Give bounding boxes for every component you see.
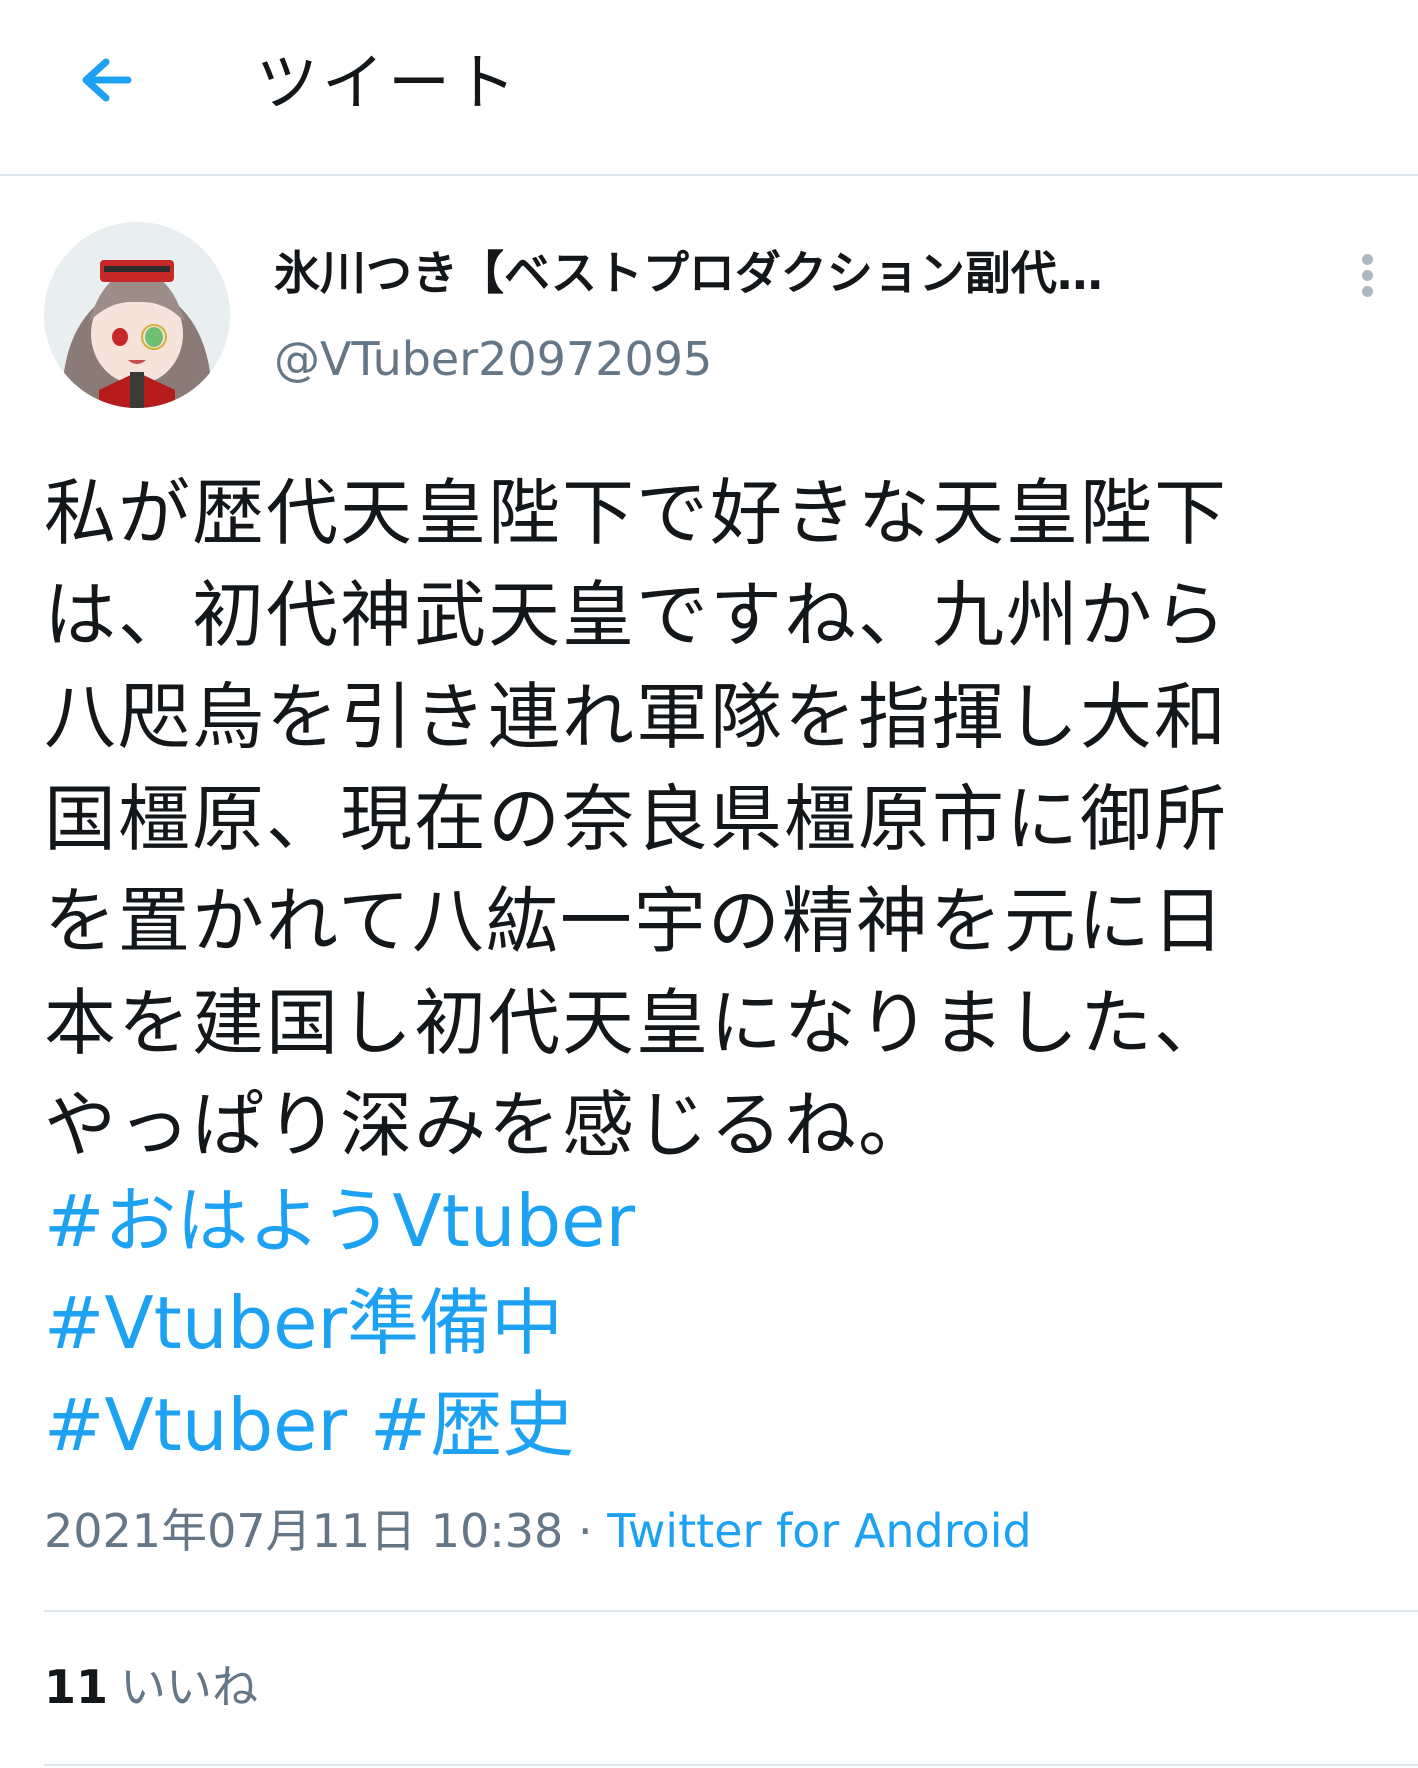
hashtag-link[interactable]: #歴史 <box>370 1383 574 1467</box>
avatar[interactable] <box>44 222 230 408</box>
hashtag-line: #おはようVtuber <box>44 1170 1384 1272</box>
source-link[interactable]: Twitter for Android <box>607 1504 1032 1558</box>
divider <box>44 1764 1418 1766</box>
avatar-image <box>44 222 230 408</box>
hashtag-link[interactable]: #おはようVtuber <box>44 1179 635 1263</box>
more-vert-icon <box>1362 286 1373 297</box>
likes-stat[interactable]: 11 いいね <box>44 1652 258 1722</box>
tweet-text: 私が歴代天皇陛下で好きな天皇陛下 は、初代神武天皇ですね、九州から 八咫烏を引き… <box>44 471 1229 1167</box>
page-title: ツイート <box>256 46 521 119</box>
likes-label: いいね <box>120 1660 259 1714</box>
more-vert-icon <box>1362 254 1373 265</box>
meta-separator: · <box>577 1504 593 1558</box>
hashtag-line: #Vtuber #歴史 <box>44 1374 1384 1476</box>
hashtag-line: #Vtuber準備中 <box>44 1272 1384 1374</box>
more-vert-icon <box>1362 270 1373 281</box>
timestamp: 2021年07月11日 10:38 <box>44 1504 564 1558</box>
hashtag-link[interactable]: #Vtuber <box>44 1383 347 1467</box>
likes-count: 11 <box>44 1660 109 1714</box>
top-app-bar: ツイート <box>0 0 1418 176</box>
hashtag-block: #おはようVtuber #Vtuber準備中 #Vtuber #歴史 <box>44 1170 1384 1476</box>
tweet-meta: 2021年07月11日 10:38 · Twitter for Android <box>44 1496 1032 1566</box>
author-handle[interactable]: @VTuber20972095 <box>274 324 712 394</box>
divider <box>44 1610 1418 1612</box>
more-options-button[interactable] <box>1346 248 1390 304</box>
author-display-name[interactable]: 氷川つき【ベストプロダクション副代… <box>274 238 1274 308</box>
back-arrow-icon <box>82 58 132 102</box>
back-button[interactable] <box>60 40 140 120</box>
hashtag-link[interactable]: #Vtuber準備中 <box>44 1281 563 1365</box>
